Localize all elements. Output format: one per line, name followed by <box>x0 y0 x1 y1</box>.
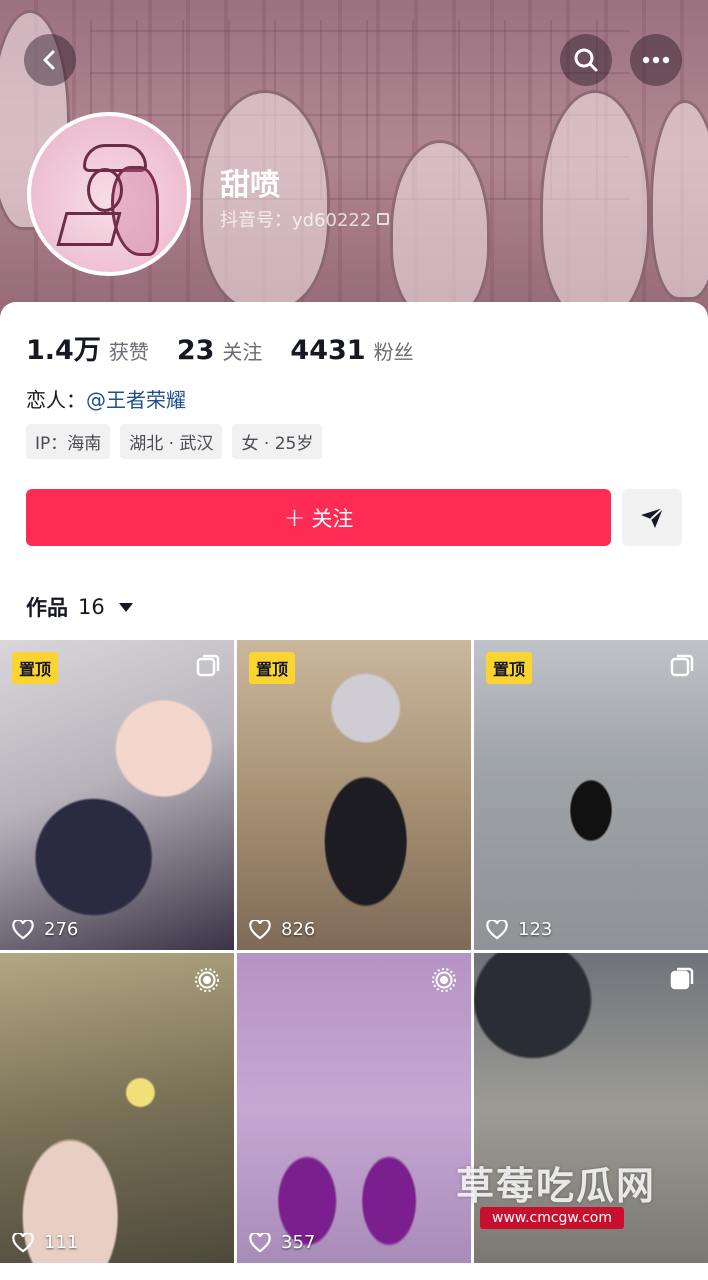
heart-icon <box>249 919 271 940</box>
tag-ip: IP：海南 <box>26 424 111 459</box>
like-count: 826 <box>249 919 315 940</box>
back-button[interactable] <box>24 34 76 86</box>
like-number: 826 <box>281 919 316 940</box>
stat-number: 4431 <box>290 335 366 366</box>
profile-banner: 甜喷 抖音号：yd60222 <box>0 0 708 330</box>
like-number: 123 <box>518 919 553 940</box>
watermark-text: 草莓吃瓜网 <box>456 1164 657 1208</box>
search-icon <box>574 48 598 72</box>
avatar[interactable] <box>27 112 191 276</box>
multi-image-icon <box>196 654 220 682</box>
like-number: 276 <box>44 919 79 940</box>
send-message-button[interactable] <box>622 489 682 546</box>
stat-following[interactable]: 23 关注 <box>177 335 263 366</box>
stat-followers[interactable]: 4431 粉丝 <box>290 335 413 366</box>
douyin-id-text: 抖音号：yd60222 <box>220 210 372 231</box>
copy-icon[interactable] <box>377 213 390 225</box>
more-button[interactable] <box>630 34 682 86</box>
more-icon <box>642 56 670 64</box>
send-icon <box>641 506 664 528</box>
live-photo-icon <box>431 967 457 997</box>
chevron-down-icon <box>118 602 133 612</box>
heart-icon <box>12 919 34 940</box>
like-number: 357 <box>281 1232 316 1253</box>
plus-icon: + <box>283 502 306 533</box>
profile-card: 1.4万 获赞 23 关注 4431 粉丝 恋人：@王者荣耀 IP：海南 湖北 … <box>0 302 708 642</box>
watermark-url: www.cmcgw.com <box>480 1207 624 1229</box>
video-tile[interactable]: 置顶 826 <box>237 640 471 950</box>
tag-gender-age: 女 · 25岁 <box>232 424 323 459</box>
follow-button-label: 关注 <box>311 506 354 531</box>
video-tile[interactable]: 置顶 123 <box>474 640 708 950</box>
heart-icon <box>12 1232 34 1253</box>
douyin-id[interactable]: 抖音号：yd60222 <box>220 206 390 232</box>
stat-number: 1.4万 <box>26 335 101 366</box>
works-label: 作品 <box>26 596 68 620</box>
lover-mention-link[interactable]: @王者荣耀 <box>86 388 186 412</box>
stats-row: 1.4万 获赞 23 关注 4431 粉丝 <box>26 328 414 367</box>
video-tile[interactable]: 111 <box>0 953 234 1263</box>
banner-illustration-figure <box>650 100 708 300</box>
like-count: 123 <box>486 919 552 940</box>
multi-image-icon <box>670 654 694 682</box>
stat-label: 关注 <box>222 340 263 364</box>
like-number: 111 <box>44 1232 79 1253</box>
back-icon <box>43 50 55 70</box>
video-tile[interactable]: 357 <box>237 953 471 1263</box>
avatar-drawing <box>87 168 123 212</box>
avatar-drawing <box>56 212 122 246</box>
stat-number: 23 <box>176 335 215 366</box>
search-button[interactable] <box>560 34 612 86</box>
pinned-badge: 置顶 <box>486 652 533 684</box>
like-count: 111 <box>12 1232 78 1253</box>
lover-prefix: 恋人： <box>26 388 86 412</box>
like-count: 276 <box>12 919 78 940</box>
profile-tags: IP：海南 湖北 · 武汉 女 · 25岁 <box>26 424 323 459</box>
live-photo-icon <box>194 967 220 997</box>
pinned-badge: 置顶 <box>12 652 59 684</box>
works-count: 16 <box>78 595 105 619</box>
tag-location[interactable]: 湖北 · 武汉 <box>120 424 223 459</box>
pinned-badge: 置顶 <box>249 652 296 684</box>
like-count: 357 <box>249 1232 315 1253</box>
heart-icon <box>486 919 508 940</box>
stat-likes[interactable]: 1.4万 获赞 <box>26 328 149 367</box>
stat-label: 获赞 <box>108 340 149 364</box>
banner-illustration-figure <box>390 140 490 320</box>
follow-button[interactable]: + 关注 <box>26 489 611 546</box>
stat-label: 粉丝 <box>373 340 414 364</box>
video-tile[interactable]: 置顶 276 <box>0 640 234 950</box>
works-tab[interactable]: 作品 16 <box>26 592 133 622</box>
heart-icon <box>249 1232 271 1253</box>
multi-image-icon <box>670 967 694 995</box>
banner-illustration-figure <box>540 90 650 320</box>
lover-line: 恋人：@王者荣耀 <box>26 384 186 413</box>
profile-name: 甜喷 <box>220 168 280 203</box>
